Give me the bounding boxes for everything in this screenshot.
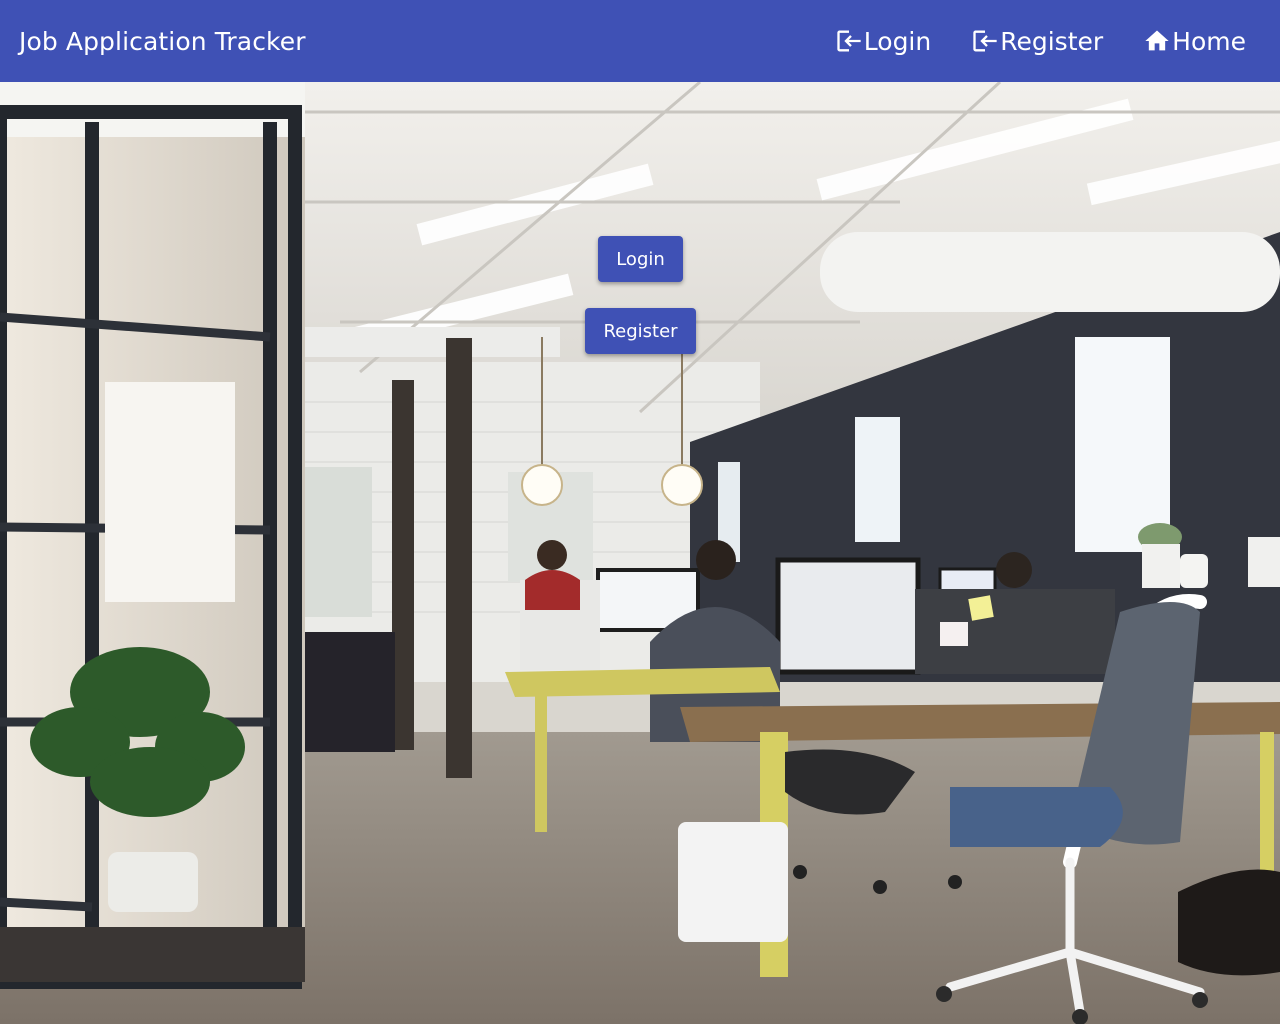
hero-section: Login Register [0,82,1280,1024]
register-button[interactable]: Register [585,308,696,354]
home-icon [1145,30,1169,51]
nav-login-label: Login [863,26,932,56]
login-button[interactable]: Login [598,236,683,282]
top-nav: Login Register Home [835,27,1246,56]
nav-register-label: Register [1000,26,1104,56]
nav-register[interactable]: Register [971,27,1103,56]
app-bar: Job Application Tracker Login Register H… [0,0,1280,82]
nav-home-label: Home [1172,26,1246,56]
office-interior-photo [0,82,1280,1024]
nav-login[interactable]: Login [835,27,931,56]
nav-home[interactable]: Home [1143,27,1246,56]
login-icon [837,30,861,52]
login-icon [973,30,997,52]
app-title: Job Application Tracker [19,26,306,56]
